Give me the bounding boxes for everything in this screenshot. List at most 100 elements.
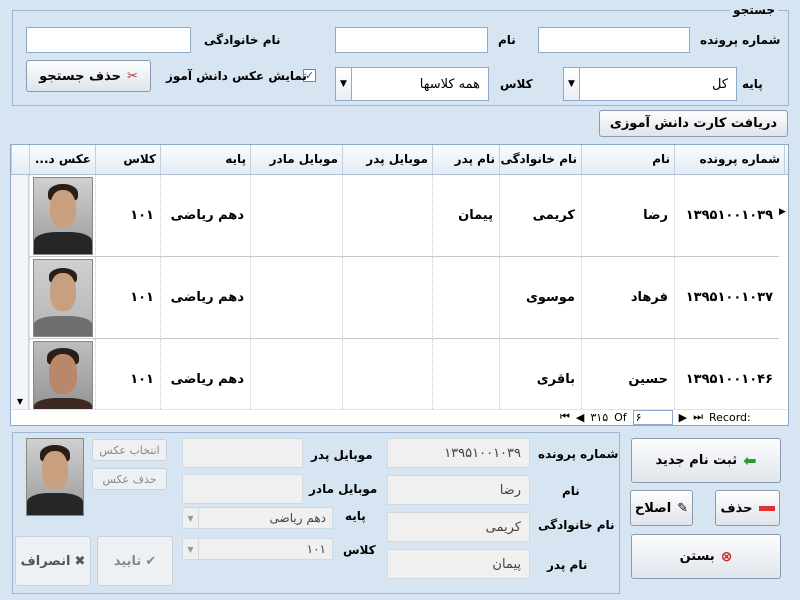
grade-select[interactable]: ▼ کل bbox=[563, 67, 737, 101]
cell-file-no[interactable]: ۱۳۹۵۱۰۰۱۰۴۶ bbox=[674, 339, 779, 411]
cell-father-mobile[interactable] bbox=[342, 175, 432, 257]
delete-photo-button[interactable]: حذف عکس bbox=[92, 468, 167, 490]
new-registration-button[interactable]: ⬅ ثبت نام جدید bbox=[631, 438, 781, 483]
detail-mother-mobile-field[interactable] bbox=[182, 474, 303, 504]
vertical-scroll-up[interactable] bbox=[11, 145, 29, 175]
cell-father-name[interactable]: پیمان bbox=[432, 175, 499, 257]
next-record-icon[interactable]: ▶ bbox=[679, 411, 687, 424]
col-first-name[interactable]: نام bbox=[581, 145, 674, 175]
cell-grade[interactable]: دهم ریاضی bbox=[160, 339, 250, 411]
cell-file-no[interactable]: ۱۳۹۵۱۰۰۱۰۳۹ bbox=[674, 175, 779, 257]
edit-button[interactable]: ✎ اصلاح bbox=[630, 490, 693, 526]
detail-father-mobile-field[interactable] bbox=[182, 438, 303, 468]
detail-first-name-label: نام bbox=[562, 484, 580, 498]
detail-father-name-field[interactable]: پیمان bbox=[387, 549, 530, 579]
detail-file-no-field[interactable]: ۱۳۹۵۱۰۰۱۰۳۹ bbox=[387, 438, 530, 468]
table-row[interactable]: ۱۳۹۵۱۰۰۱۰۴۶ حسین باقری دهم ریاضی ۱۰۱ bbox=[11, 339, 788, 411]
cell-grade[interactable]: دهم ریاضی bbox=[160, 175, 250, 257]
detail-file-no-label: شماره پرونده bbox=[538, 447, 619, 461]
col-mother-mobile[interactable]: موبایل مادر bbox=[250, 145, 342, 175]
cell-father-mobile[interactable] bbox=[342, 257, 432, 339]
check-icon: ✔ bbox=[145, 553, 157, 569]
cell-father-mobile[interactable] bbox=[342, 339, 432, 411]
detail-last-name-field[interactable]: کریمی bbox=[387, 512, 530, 542]
cancel-icon: ✖ bbox=[74, 553, 86, 569]
search-last-name-input[interactable] bbox=[26, 27, 191, 53]
chevron-down-icon[interactable]: ▼ bbox=[564, 68, 580, 100]
detail-grade-label: پایه bbox=[345, 509, 366, 523]
cell-first-name[interactable]: فرهاد bbox=[581, 257, 674, 339]
arrow-left-icon: ⬅ bbox=[743, 451, 757, 470]
cell-last-name[interactable]: موسوی bbox=[499, 257, 581, 339]
cell-father-name[interactable] bbox=[432, 257, 499, 339]
col-father-mobile[interactable]: موبایل پدر bbox=[342, 145, 432, 175]
cell-class[interactable]: ۱۰۱ bbox=[95, 257, 160, 339]
choose-photo-button[interactable]: انتخاب عکس bbox=[92, 439, 167, 461]
cell-mother-mobile[interactable] bbox=[250, 339, 342, 411]
first-name-label: نام bbox=[498, 33, 516, 47]
clear-search-label: حذف جستجو bbox=[39, 68, 122, 84]
last-record-icon[interactable]: ⏭ bbox=[693, 410, 703, 424]
detail-class-select[interactable]: ▼ ۱۰۱ bbox=[182, 538, 333, 560]
detail-class-value: ۱۰۱ bbox=[306, 542, 326, 556]
detail-grade-select[interactable]: ▼ دهم ریاضی bbox=[182, 507, 333, 529]
search-first-name-input[interactable] bbox=[335, 27, 488, 53]
cell-last-name[interactable]: کریمی bbox=[499, 175, 581, 257]
cancel-label: انصراف bbox=[20, 553, 71, 569]
minus-icon bbox=[758, 505, 775, 511]
confirm-button[interactable]: ✔ تایید bbox=[97, 536, 173, 586]
pencil-icon: ✎ bbox=[677, 500, 689, 516]
cell-first-name[interactable]: حسین bbox=[581, 339, 674, 411]
table-row[interactable]: ۱۳۹۵۱۰۰۱۰۳۷ فرهاد موسوی دهم ریاضی ۱۰۱ bbox=[11, 257, 788, 339]
grade-label: پایه bbox=[742, 77, 763, 91]
close-button[interactable]: ⊗ بستن bbox=[631, 534, 781, 579]
show-photo-label: نمایش عکس دانش آموز bbox=[166, 69, 307, 83]
cell-class[interactable]: ۱۰۱ bbox=[95, 175, 160, 257]
previous-record-icon[interactable]: ◀ bbox=[576, 411, 584, 424]
col-file-no[interactable]: شماره پرونده bbox=[674, 145, 784, 175]
class-select[interactable]: ▼ همه کلاسها bbox=[335, 67, 489, 101]
detail-first-name-field[interactable]: رضا bbox=[387, 475, 530, 505]
cell-father-name[interactable] bbox=[432, 339, 499, 411]
file-no-label: شماره پرونده bbox=[700, 33, 781, 47]
cell-last-name[interactable]: باقری bbox=[499, 339, 581, 411]
col-father-name[interactable]: نام پدر bbox=[432, 145, 499, 175]
student-card-button[interactable]: دریافت کارت دانش آموزی bbox=[599, 110, 788, 137]
record-of-label: Of bbox=[614, 410, 627, 424]
clear-search-button[interactable]: ✂ حذف جستجو bbox=[26, 60, 151, 92]
search-file-no-input[interactable] bbox=[538, 27, 690, 53]
student-card-label: دریافت کارت دانش آموزی bbox=[609, 116, 778, 131]
col-grade[interactable]: پایه bbox=[160, 145, 250, 175]
chevron-down-icon[interactable]: ▼ bbox=[336, 68, 352, 100]
cell-file-no[interactable]: ۱۳۹۵۱۰۰۱۰۳۷ bbox=[674, 257, 779, 339]
detail-grade-value: دهم ریاضی bbox=[269, 511, 326, 525]
cancel-button[interactable]: ✖ انصراف bbox=[15, 536, 91, 586]
detail-father-mobile-label: موبایل پدر bbox=[311, 448, 373, 462]
first-record-icon[interactable]: ⏮ bbox=[560, 410, 570, 424]
last-name-label: نام خانوادگی bbox=[204, 33, 281, 47]
col-class[interactable]: کلاس bbox=[95, 145, 160, 175]
cell-mother-mobile[interactable] bbox=[250, 175, 342, 257]
record-navigator-controls: ⏮ ◀ ۳۱۵ Of ۶ ▶ ⏭ Record: bbox=[560, 408, 751, 426]
record-label: Record: bbox=[709, 410, 751, 424]
col-last-name[interactable]: نام خانوادگی bbox=[499, 145, 581, 175]
table-row[interactable]: ▶ ۱۳۹۵۱۰۰۱۰۳۹ رضا کریمی پیمان دهم ریاضی … bbox=[11, 175, 788, 257]
cell-mother-mobile[interactable] bbox=[250, 257, 342, 339]
cell-class[interactable]: ۱۰۱ bbox=[95, 339, 160, 411]
grade-select-value: کل bbox=[711, 77, 728, 92]
chevron-down-icon[interactable]: ▼ bbox=[183, 539, 199, 559]
new-registration-label: ثبت نام جدید bbox=[655, 453, 738, 468]
detail-last-name-label: نام خانوادگی bbox=[538, 518, 615, 532]
cell-first-name[interactable]: رضا bbox=[581, 175, 674, 257]
chevron-down-icon[interactable]: ▼ bbox=[183, 508, 199, 528]
detail-student-photo bbox=[26, 438, 84, 516]
cell-grade[interactable]: دهم ریاضی bbox=[160, 257, 250, 339]
col-photo[interactable]: عکس د... bbox=[29, 145, 95, 175]
student-photo bbox=[33, 341, 93, 411]
record-current-input[interactable]: ۶ bbox=[632, 409, 673, 425]
delete-button[interactable]: حذف bbox=[715, 490, 780, 526]
detail-mother-mobile-label: موبایل مادر bbox=[309, 482, 378, 496]
detail-father-name-label: نام پدر bbox=[547, 558, 588, 572]
class-select-value: همه کلاسها bbox=[419, 77, 480, 92]
close-icon: ⊗ bbox=[720, 548, 733, 565]
